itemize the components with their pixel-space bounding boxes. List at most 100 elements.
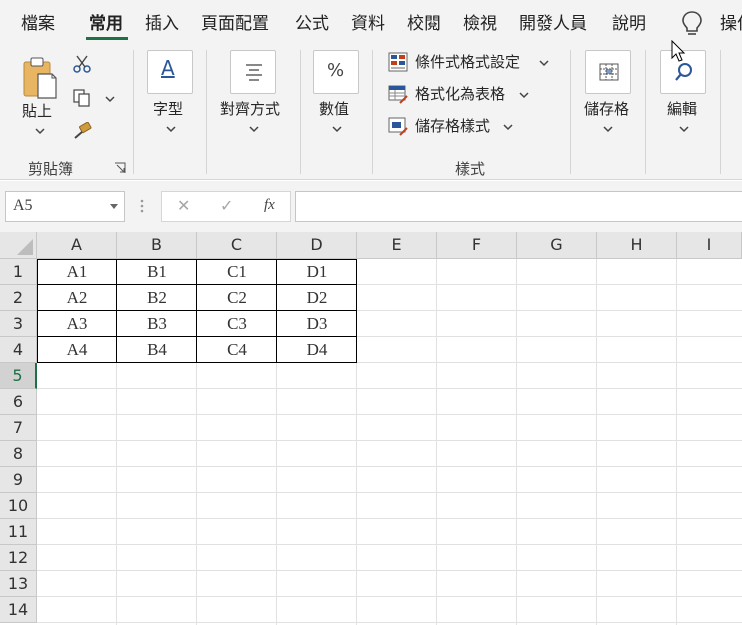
cell-d2[interactable]: D2 xyxy=(277,285,357,311)
cell-b3[interactable]: B3 xyxy=(117,311,197,337)
font-button-label[interactable]: 字型 xyxy=(153,98,183,119)
cell-c2[interactable]: C2 xyxy=(197,285,277,311)
group-separator xyxy=(372,50,373,174)
name-box-dropdown-icon[interactable] xyxy=(110,204,118,210)
tab-help[interactable]: 說明 xyxy=(612,9,646,34)
gridline xyxy=(37,622,742,623)
row-header-14[interactable]: 14 xyxy=(0,597,37,623)
dialog-launcher-icon[interactable] xyxy=(114,162,126,174)
table-border xyxy=(356,259,357,363)
column-header-c[interactable]: C xyxy=(197,232,277,259)
row-header-9[interactable]: 9 xyxy=(0,467,37,493)
cell-styles-button[interactable]: 儲存格樣式 xyxy=(388,114,528,138)
column-header-a[interactable]: A xyxy=(37,232,117,259)
table-border xyxy=(37,259,357,260)
row-header-1[interactable]: 1 xyxy=(0,259,37,285)
editing-button-label[interactable]: 編輯 xyxy=(667,98,697,119)
cell-b4[interactable]: B4 xyxy=(117,337,197,363)
font-chevron-down-icon[interactable] xyxy=(165,125,177,133)
tab-page-layout[interactable]: 頁面配置 xyxy=(201,9,269,34)
percent-icon: % xyxy=(327,60,345,81)
row-header-7[interactable]: 7 xyxy=(0,415,37,441)
tab-file[interactable]: 檔案 xyxy=(21,9,55,34)
cell-c4[interactable]: C4 xyxy=(197,337,277,363)
font-button[interactable]: A xyxy=(147,50,193,94)
copy-icon[interactable] xyxy=(72,88,92,108)
format-as-table-button[interactable]: 格式化為表格 xyxy=(388,82,538,106)
insert-function-icon[interactable]: fx xyxy=(264,197,275,214)
cells-chevron-down-icon[interactable] xyxy=(602,125,614,133)
group-separator xyxy=(206,50,207,174)
group-separator xyxy=(133,50,134,174)
format-painter-icon[interactable] xyxy=(72,122,94,140)
row-header-6[interactable]: 6 xyxy=(0,389,37,415)
tab-review[interactable]: 校閱 xyxy=(407,9,441,34)
cell-a4[interactable]: A4 xyxy=(37,337,117,363)
cell-b2[interactable]: B2 xyxy=(117,285,197,311)
paste-button-label[interactable]: 貼上 xyxy=(22,100,52,121)
column-header-i[interactable]: I xyxy=(677,232,742,259)
ribbon-tab-bar: 檔案 常用 插入 頁面配置 公式 資料 校閱 檢視 開發人員 說明 操作 xyxy=(0,0,742,44)
alignment-button[interactable] xyxy=(230,50,276,94)
number-button-label[interactable]: 數值 xyxy=(319,98,349,119)
cells-button[interactable] xyxy=(585,50,631,94)
name-box[interactable]: A5 xyxy=(5,191,125,222)
cell-c1[interactable]: C1 xyxy=(197,259,277,285)
tab-tell-me[interactable]: 操作 xyxy=(720,9,742,34)
row-header-12[interactable]: 12 xyxy=(0,545,37,571)
row-header-11[interactable]: 11 xyxy=(0,519,37,545)
row-header-13[interactable]: 13 xyxy=(0,571,37,597)
tab-developer[interactable]: 開發人員 xyxy=(519,9,587,34)
clipboard-group-label: 剪貼簿 xyxy=(28,160,74,178)
tab-formulas[interactable]: 公式 xyxy=(295,9,329,34)
select-all-button[interactable] xyxy=(0,232,37,259)
cell-a1[interactable]: A1 xyxy=(37,259,117,285)
cell-c3[interactable]: C3 xyxy=(197,311,277,337)
gridline xyxy=(37,440,742,441)
column-header-b[interactable]: B xyxy=(117,232,197,259)
table-border xyxy=(276,259,277,363)
gridline xyxy=(37,414,742,415)
row-header-2[interactable]: 2 xyxy=(0,285,37,311)
gridline xyxy=(37,570,742,571)
editing-chevron-down-icon[interactable] xyxy=(678,125,690,133)
row-header-8[interactable]: 8 xyxy=(0,441,37,467)
cell-d4[interactable]: D4 xyxy=(277,337,357,363)
paste-chevron-down-icon[interactable] xyxy=(34,127,46,135)
number-chevron-down-icon[interactable] xyxy=(331,125,343,133)
tab-insert[interactable]: 插入 xyxy=(145,9,179,34)
column-header-g[interactable]: G xyxy=(517,232,597,259)
alignment-chevron-down-icon[interactable] xyxy=(248,125,260,133)
cancel-icon[interactable]: ✕ xyxy=(177,196,190,215)
group-separator xyxy=(300,50,301,174)
cells-button-label[interactable]: 儲存格 xyxy=(584,98,629,119)
column-header-h[interactable]: H xyxy=(597,232,677,259)
enter-icon[interactable]: ✓ xyxy=(220,196,233,215)
tab-view[interactable]: 檢視 xyxy=(463,9,497,34)
more-options-icon[interactable] xyxy=(140,199,144,213)
column-header-f[interactable]: F xyxy=(437,232,517,259)
cell-d1[interactable]: D1 xyxy=(277,259,357,285)
scissors-icon[interactable] xyxy=(72,54,92,74)
lightbulb-icon[interactable] xyxy=(681,10,703,38)
number-button[interactable]: % xyxy=(313,50,359,94)
column-header-e[interactable]: E xyxy=(357,232,437,259)
tab-data[interactable]: 資料 xyxy=(351,9,385,34)
cell-a2[interactable]: A2 xyxy=(37,285,117,311)
conditional-formatting-button[interactable]: 條件式格式設定 xyxy=(388,50,558,74)
row-header-10[interactable]: 10 xyxy=(0,493,37,519)
cell-a3[interactable]: A3 xyxy=(37,311,117,337)
column-header-d[interactable]: D xyxy=(277,232,357,259)
tab-home[interactable]: 常用 xyxy=(89,9,123,34)
row-header-4[interactable]: 4 xyxy=(0,337,37,363)
formula-input[interactable] xyxy=(295,191,742,222)
cell-styles-chevron-down-icon xyxy=(503,124,513,131)
paste-icon[interactable] xyxy=(22,56,58,100)
row-header-5[interactable]: 5 xyxy=(0,363,37,389)
row-header-3[interactable]: 3 xyxy=(0,311,37,337)
ribbon: 貼上 剪貼簿 A 字型 對齊方式 % 數值 條件式格式設定 格式化為表格 儲存格… xyxy=(0,44,742,180)
cell-d3[interactable]: D3 xyxy=(277,311,357,337)
alignment-button-label[interactable]: 對齊方式 xyxy=(220,98,280,119)
copy-chevron-down-icon[interactable] xyxy=(104,95,116,103)
cell-b1[interactable]: B1 xyxy=(117,259,197,285)
